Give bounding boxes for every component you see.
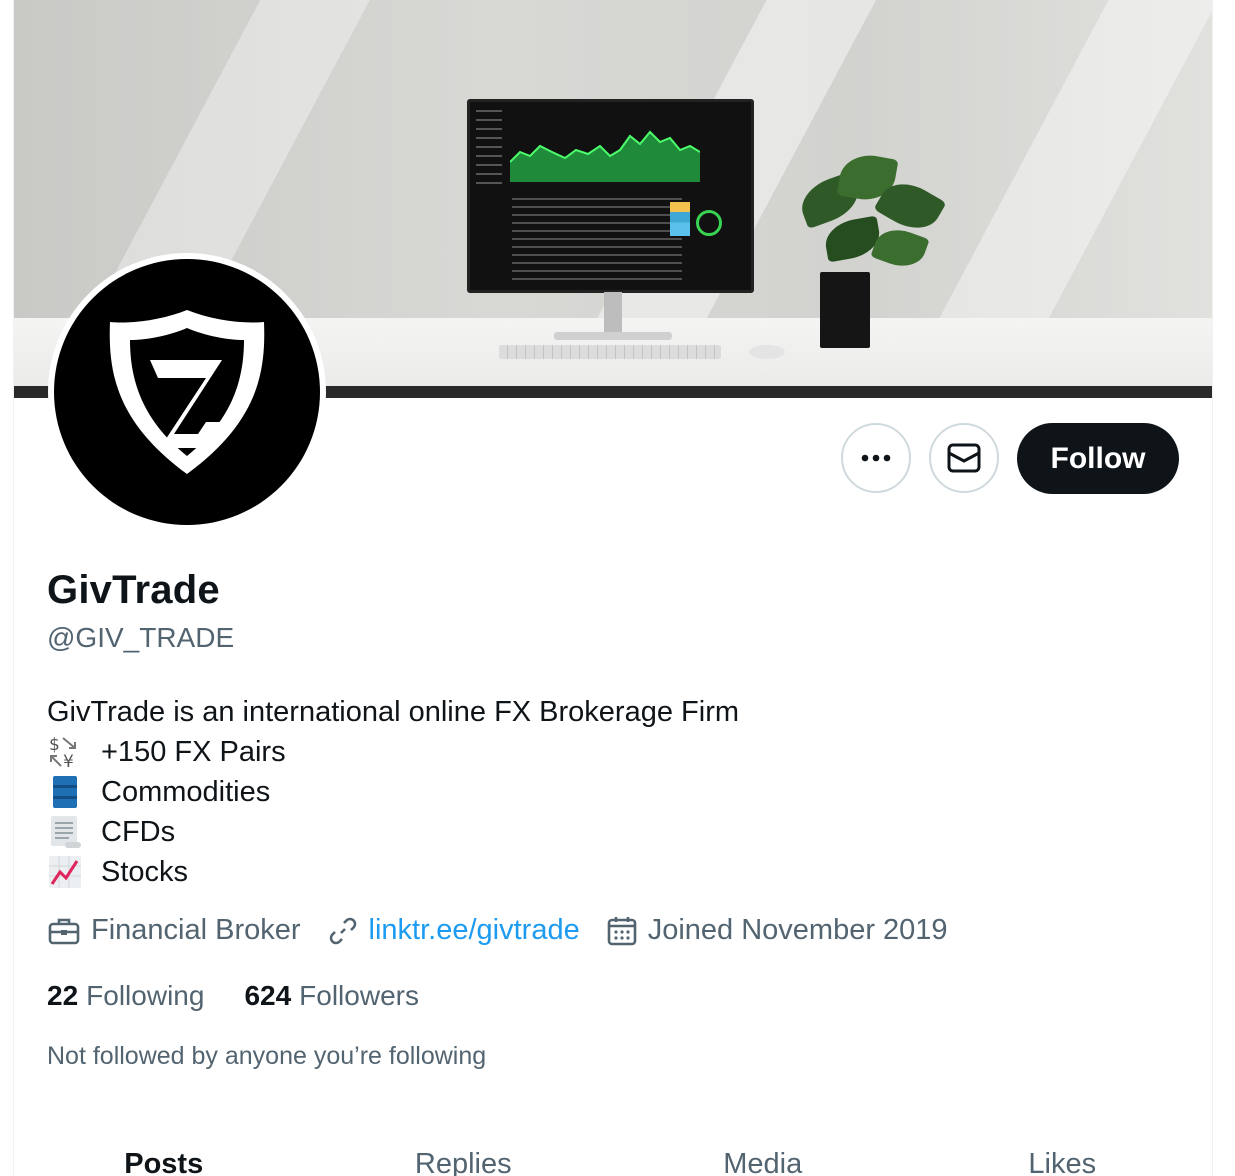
more-button[interactable]: [841, 423, 911, 493]
monitor-gauge: [696, 210, 722, 236]
profile-name: GivTrade: [47, 568, 220, 612]
chart-increasing-icon: [47, 854, 87, 890]
link-text[interactable]: linktr.ee/givtrade: [369, 914, 580, 947]
followers-label: Followers: [299, 980, 419, 1011]
profile-joined: Joined November 2019: [606, 914, 948, 947]
profile-stats: 22 Following 624 Followers: [47, 980, 459, 1012]
banner-keyboard: [499, 345, 721, 359]
followers-stat[interactable]: 624 Followers: [244, 980, 419, 1012]
banner-plant-pot: [820, 272, 870, 348]
banner-mouse: [749, 345, 785, 359]
monitor-sidebar: [476, 110, 502, 188]
follow-button[interactable]: Follow: [1017, 423, 1179, 494]
profile-meta: Financial Broker linktr.ee/givtrade Join…: [47, 914, 974, 947]
followed-by-note: Not followed by anyone you’re following: [47, 1042, 487, 1070]
message-button[interactable]: [929, 423, 999, 493]
briefcase-icon: [48, 918, 80, 944]
monitor-stand: [554, 292, 672, 342]
bio-item-text: Commodities: [101, 776, 271, 808]
oil-drum-icon: [47, 774, 87, 810]
more-dots-icon: [861, 454, 891, 462]
bio-item-text: +150 FX Pairs: [101, 736, 286, 768]
envelope-icon: [947, 443, 981, 473]
monitor-tiles: [670, 202, 690, 236]
link-icon: [329, 917, 356, 944]
tab-likes[interactable]: Likes: [913, 1120, 1213, 1176]
followers-count: 624: [244, 980, 292, 1011]
tab-posts[interactable]: Posts: [14, 1120, 314, 1176]
monitor-chart: [510, 130, 700, 182]
bio-intro: GivTrade is an international online FX B…: [47, 696, 740, 728]
bio-item-text: CFDs: [101, 816, 176, 848]
givtrade-logo-icon: [109, 310, 265, 474]
bio-item: CFDs: [47, 812, 739, 852]
profile-bio: GivTrade is an international online FX B…: [47, 692, 739, 892]
profile-category: Financial Broker: [47, 914, 301, 947]
joined-label: Joined November 2019: [647, 914, 948, 946]
bio-item: $ ¥ +150 FX Pairs: [47, 732, 739, 772]
tab-media[interactable]: Media: [613, 1120, 913, 1176]
category-label: Financial Broker: [91, 914, 301, 946]
profile-handle: @GIV_TRADE: [47, 622, 235, 653]
monitor-table: [512, 198, 682, 282]
banner-plant: [780, 150, 950, 280]
following-count: 22: [47, 980, 79, 1011]
bio-item-text: Stocks: [101, 856, 189, 888]
bio-item: Stocks: [47, 852, 739, 892]
profile-tabs: Posts Replies Media Likes: [14, 1120, 1212, 1176]
currency-exchange-icon: $ ¥: [47, 734, 87, 770]
profile-avatar[interactable]: [48, 253, 326, 531]
calendar-icon: [607, 916, 637, 945]
banner-monitor: [467, 99, 754, 293]
following-stat[interactable]: 22 Following: [47, 980, 204, 1012]
svg-text:$: $: [49, 735, 60, 755]
document-scroll-icon: [47, 814, 87, 850]
profile-link[interactable]: linktr.ee/givtrade: [327, 914, 580, 947]
following-label: Following: [86, 980, 205, 1011]
svg-text:¥: ¥: [63, 752, 74, 770]
bio-item: Commodities: [47, 772, 739, 812]
profile-page: Follow GivTrade @GIV_TRADE GivTrade is a…: [13, 0, 1213, 1176]
tab-replies[interactable]: Replies: [314, 1120, 614, 1176]
